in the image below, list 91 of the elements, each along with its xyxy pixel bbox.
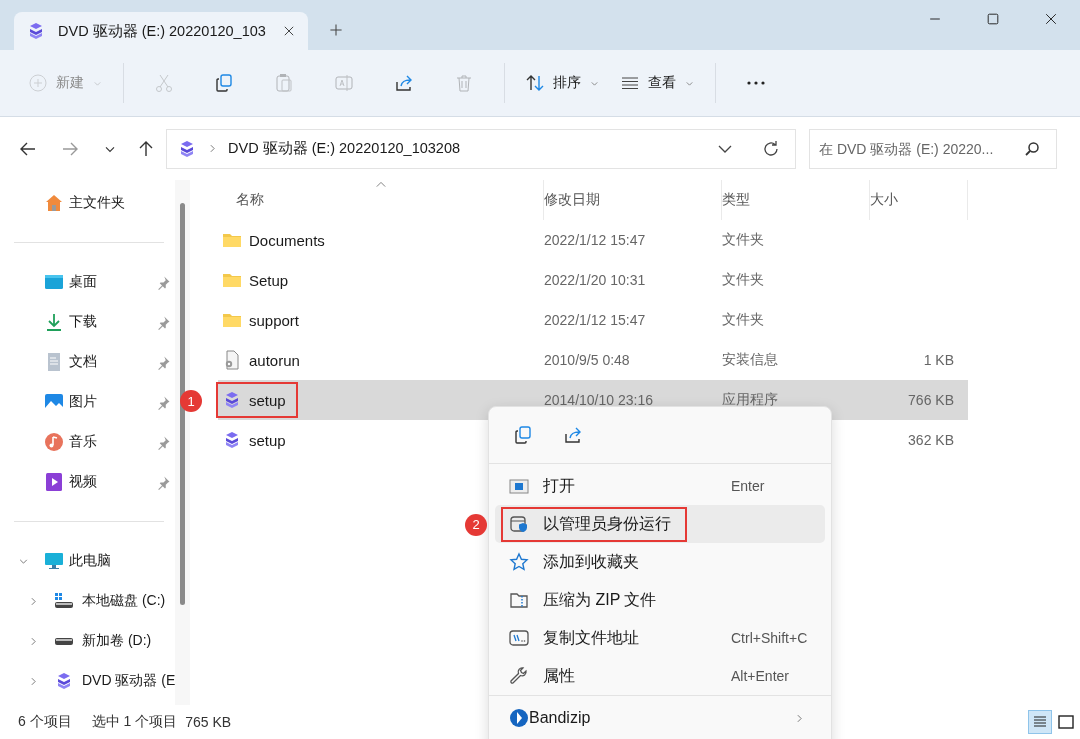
- zip-folder-icon: [509, 590, 529, 610]
- tree-item[interactable]: 本地磁盘 (C:): [0, 581, 175, 621]
- menu-label: 以管理员身份运行: [543, 513, 671, 534]
- address-path: DVD 驱动器 (E:) 20220120_103208: [228, 139, 461, 158]
- file-type: 文件夹: [722, 231, 764, 247]
- menu-item[interactable]: 属性 Alt+Enter: [495, 657, 825, 695]
- address-bar[interactable]: DVD 驱动器 (E:) 20220120_103208: [166, 128, 796, 169]
- menu-label: 添加到收藏夹: [543, 551, 639, 572]
- file-name: autorun: [249, 351, 300, 369]
- bandizip-icon: [509, 708, 529, 728]
- star-icon: [509, 552, 529, 572]
- modified-date: 2022/1/12 15:47: [544, 232, 646, 248]
- shortcut-text: Alt+Enter: [731, 668, 789, 684]
- window-icon: [509, 476, 529, 496]
- new-tab-icon[interactable]: [328, 22, 344, 38]
- copy-icon: [513, 425, 533, 445]
- file-name: setup: [249, 431, 286, 449]
- file-size: 766 KB: [908, 392, 954, 408]
- sidebar-item[interactable]: 桌面: [0, 262, 175, 302]
- sidebar-item[interactable]: 视频: [0, 462, 175, 502]
- share-icon: [563, 425, 583, 445]
- refresh-icon[interactable]: [761, 138, 781, 159]
- column-header[interactable]: 大小: [870, 180, 968, 220]
- file-type: 安装信息: [722, 351, 778, 367]
- selection-count: 选中 1 个项目: [91, 713, 178, 731]
- sidebar-item[interactable]: 下载: [0, 302, 175, 342]
- sidebar-item[interactable]: 图片: [0, 382, 175, 422]
- details-view-button[interactable]: [1028, 710, 1052, 734]
- music-icon: [44, 432, 64, 452]
- scrollbar-thumb[interactable]: [180, 203, 185, 605]
- file-type: 应用程序: [722, 391, 778, 407]
- file-size: 362 KB: [908, 432, 954, 448]
- sidebar-item[interactable]: 音乐: [0, 422, 175, 462]
- file-name: setup: [249, 391, 286, 409]
- shield-icon: [509, 514, 529, 534]
- video-icon: [44, 472, 64, 492]
- search-field[interactable]: 在 DVD 驱动器 (E:) 20220...: [809, 128, 1057, 169]
- file-row[interactable]: support 2022/1/12 15:47 文件夹: [218, 300, 968, 340]
- menu-item[interactable]: 添加到收藏夹: [495, 543, 825, 581]
- desktop-icon: [44, 272, 64, 292]
- toolbar-button[interactable]: 查看: [610, 65, 705, 101]
- step-badge: 1: [180, 390, 202, 412]
- maximize-icon[interactable]: [985, 11, 1001, 27]
- menu-label: 复制文件地址: [543, 627, 639, 648]
- computer-icon: [44, 551, 64, 571]
- file-size: 1 KB: [923, 352, 954, 368]
- step-badge: 2: [465, 513, 487, 536]
- close-tab-icon[interactable]: [282, 24, 296, 38]
- file-name: support: [249, 311, 300, 329]
- shortcut-text: Enter: [731, 478, 765, 494]
- file-name: Setup: [249, 271, 289, 289]
- menu-label: 属性: [543, 665, 575, 686]
- menu-item[interactable]: 打开 Enter: [495, 467, 825, 505]
- close-icon[interactable]: [1043, 11, 1059, 27]
- file-type: 文件夹: [722, 311, 764, 327]
- sidebar-item[interactable]: 文档: [0, 342, 175, 382]
- path-icon: [509, 628, 529, 648]
- modified-date: 2022/1/20 10:31: [544, 272, 646, 288]
- home-icon: [44, 193, 64, 213]
- column-header[interactable]: 修改日期: [544, 180, 722, 220]
- item-count: 6 个项目: [18, 713, 72, 731]
- menu-label: 打开: [543, 475, 575, 496]
- modified-date: 2010/9/5 0:48: [544, 352, 630, 368]
- download-icon: [44, 312, 64, 332]
- shortcut-text: Ctrl+Shift+C: [731, 630, 808, 646]
- selection-size: 765 KB: [185, 714, 232, 730]
- menu-item[interactable]: 复制文件地址 Ctrl+Shift+C: [495, 619, 825, 657]
- file-row[interactable]: setup 362 KB: [218, 420, 968, 460]
- modified-date: 2014/10/10 23:16: [544, 392, 653, 408]
- tree-item[interactable]: DVD 驱动器 (E: [0, 661, 175, 701]
- toolbar-button[interactable]: 排序: [515, 65, 610, 101]
- wrench-icon: [509, 666, 529, 686]
- file-type: 文件夹: [722, 271, 764, 287]
- tiles-view-icon: [1056, 712, 1076, 732]
- sidebar-item[interactable]: 主文件夹: [0, 183, 175, 223]
- file-row[interactable]: Setup 2022/1/20 10:31 文件夹: [218, 260, 968, 300]
- tab[interactable]: DVD 驱动器 (E:) 20220120_103: [14, 12, 308, 50]
- tree-item[interactable]: 新加卷 (D:): [0, 621, 175, 661]
- tree-item[interactable]: 此电脑: [0, 541, 175, 581]
- modified-date: 2022/1/12 15:47: [544, 312, 646, 328]
- drive-icon: [54, 591, 74, 611]
- menu-label: Bandizip: [529, 709, 591, 727]
- menu-item[interactable]: Bandizip: [495, 699, 825, 737]
- column-header[interactable]: 类型: [722, 180, 870, 220]
- picture-icon: [44, 392, 64, 412]
- file-name: Documents: [249, 231, 325, 249]
- file-row[interactable]: Documents 2022/1/12 15:47 文件夹: [218, 220, 968, 260]
- menu-item[interactable]: 压缩为 ZIP 文件: [495, 581, 825, 619]
- menu-label: 压缩为 ZIP 文件: [543, 589, 657, 610]
- column-header[interactable]: 名称: [218, 180, 544, 220]
- file-row[interactable]: autorun 2010/9/5 0:48 安装信息 1 KB: [218, 340, 968, 380]
